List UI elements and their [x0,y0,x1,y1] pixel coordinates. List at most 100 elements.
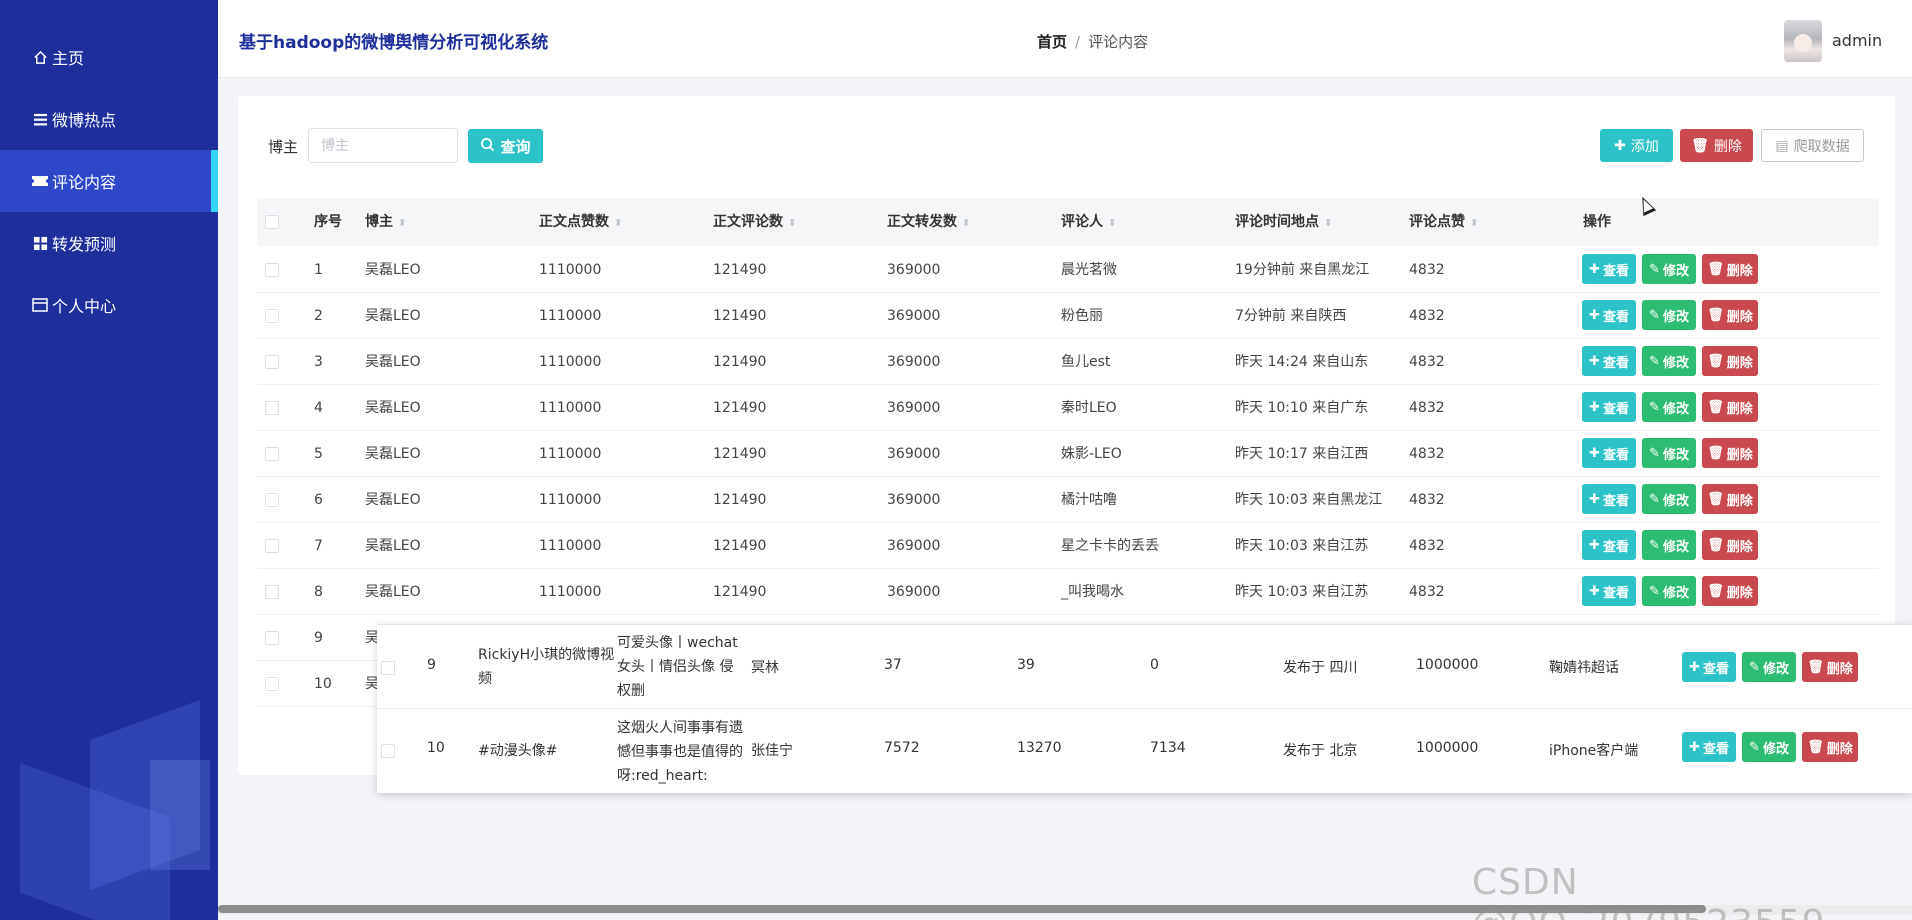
edit-button[interactable]: ✎ 修改 [1642,300,1696,330]
view-button[interactable]: ✚ 查看 [1582,392,1636,422]
row-checkbox[interactable] [265,309,279,323]
breadcrumb-home[interactable]: 首页 [1037,33,1067,51]
row-checkbox[interactable] [265,677,279,691]
table-row[interactable]: 10 #动漫头像# 这烟火人间事事有遗憾但事事也是值得的呀:red_heart:… [377,710,1912,794]
query-button[interactable]: 查询 [468,129,543,163]
column-header[interactable]: 博主 ⬍ [365,198,406,246]
row-checkbox[interactable] [381,661,395,675]
table-header: 序号 博主 ⬍ 正文点赞数 ⬍ 正文评论数 ⬍ 正文转发数 ⬍ 评论人 ⬍ 评论时间地点 ⬍… [257,198,1879,246]
crawl-data-button[interactable]: ▤ 爬取数据 [1761,129,1864,162]
cell-comment-likes: 4832 [1409,584,1445,600]
cell-likes: 1110000 [539,400,602,416]
row-checkbox[interactable] [381,744,395,758]
sidebar-item-comments[interactable]: 评论内容 [0,150,218,212]
add-button[interactable]: ✚ 添加 [1600,129,1673,162]
row-checkbox[interactable] [265,263,279,277]
column-header[interactable]: 评论点赞 ⬍ [1409,198,1478,246]
cell-value: 39 [1017,657,1035,673]
select-all-checkbox[interactable] [265,215,279,229]
view-button[interactable]: ✚ 查看 [1582,576,1636,606]
edit-button[interactable]: ✎ 修改 [1642,484,1696,514]
edit-button[interactable]: ✎ 修改 [1642,392,1696,422]
row-checkbox[interactable] [265,355,279,369]
cell-reposts: 369000 [887,308,941,324]
cell-blogger: 吴磊LEO [365,354,421,370]
view-button[interactable]: ✚ 查看 [1582,300,1636,330]
sort-icon[interactable]: ⬍ [1108,218,1116,229]
cell-likes: 1110000 [539,584,602,600]
cell-commenter: 秦时LEO [1061,400,1117,416]
row-checkbox[interactable] [265,401,279,415]
delete-button[interactable]: 🗑 删除 [1702,300,1758,330]
row-checkbox[interactable] [265,493,279,507]
column-header[interactable]: 正文点赞数 ⬍ [539,198,622,246]
view-button[interactable]: ✚ 查看 [1582,484,1636,514]
cell-no: 1 [314,262,323,278]
view-button[interactable]: ✚ 查看 [1582,530,1636,560]
sort-icon[interactable]: ⬍ [788,218,796,229]
sort-icon[interactable]: ⬍ [614,218,622,229]
sidebar-item-label: 转发预测 [52,235,117,254]
cell-likes: 1110000 [539,308,602,324]
edit-button[interactable]: ✎ 修改 [1642,576,1696,606]
trash-icon: 🗑 [1807,739,1824,755]
table-row[interactable]: 5 吴磊LEO 1110000 121490 369000 姝影-LEO 昨天 10:17 … [257,431,1879,477]
column-header[interactable]: 评论人 ⬍ [1061,198,1116,246]
delete-button[interactable]: 🗑 删除 [1702,530,1758,560]
delete-button[interactable]: 🗑 删除 [1802,652,1858,682]
row-checkbox[interactable] [265,585,279,599]
row-checkbox[interactable] [265,631,279,645]
batch-delete-button[interactable]: 🗑 删除 [1680,129,1753,162]
delete-button[interactable]: 🗑 删除 [1702,484,1758,514]
sidebar-item-forward-predict[interactable]: 转发预测 [0,212,218,274]
view-button[interactable]: ✚ 查看 [1582,438,1636,468]
sort-icon[interactable]: ⬍ [398,218,406,229]
cell-value: 7134 [1150,740,1186,756]
sort-icon[interactable]: ⬍ [1470,218,1478,229]
column-header[interactable]: 评论时间地点 ⬍ [1235,198,1332,246]
post-title: RickiyH小琪的微博视频 [478,647,615,687]
edit-button[interactable]: ✎ 修改 [1742,732,1796,762]
cell-comment-likes: 4832 [1409,446,1445,462]
username[interactable]: admin [1832,31,1882,50]
table-row[interactable]: 3 吴磊LEO 1110000 121490 369000 鱼儿est 昨天 14:24 来… [257,339,1879,385]
column-header[interactable]: 正文转发数 ⬍ [887,198,970,246]
column-header[interactable]: 正文评论数 ⬍ [713,198,796,246]
delete-button[interactable]: 🗑 删除 [1702,346,1758,376]
table-row[interactable]: 9 RickiyH小琪的微博视频 可爱头像丨wechat女头丨情侣头像 侵权删 … [377,625,1912,709]
edit-button[interactable]: ✎ 修改 [1642,254,1696,284]
table-row[interactable]: 2 吴磊LEO 1110000 121490 369000 粉色丽 7分钟前 来自陕西 483… [257,293,1879,339]
sidebar-item-profile[interactable]: 个人中心 [0,274,218,336]
table-row[interactable]: 6 吴磊LEO 1110000 121490 369000 橘汁咕噜 昨天 10:03 来自… [257,477,1879,523]
edit-button[interactable]: ✎ 修改 [1742,652,1796,682]
blogger-search-input[interactable] [308,128,458,163]
edit-button[interactable]: ✎ 修改 [1642,346,1696,376]
edit-button[interactable]: ✎ 修改 [1642,438,1696,468]
view-button[interactable]: ✚ 查看 [1682,732,1736,762]
table-row[interactable]: 8 吴磊LEO 1110000 121490 369000 _叫我喝水 昨天 10:03 来… [257,569,1879,615]
breadcrumb-current: 评论内容 [1088,33,1149,51]
delete-button[interactable]: 🗑 删除 [1702,392,1758,422]
sort-icon[interactable]: ⬍ [1324,218,1332,229]
delete-button[interactable]: 🗑 删除 [1802,732,1858,762]
delete-button[interactable]: 🗑 删除 [1702,576,1758,606]
cell-comments: 121490 [713,538,767,554]
table-row[interactable]: 4 吴磊LEO 1110000 121490 369000 秦时LEO 昨天 10:10 来… [257,385,1879,431]
row-checkbox[interactable] [265,447,279,461]
sidebar-item-home[interactable]: 主页 [0,26,218,88]
view-button[interactable]: ✚ 查看 [1682,652,1736,682]
avatar[interactable] [1784,20,1822,62]
row-checkbox[interactable] [265,539,279,553]
breadcrumb: 首页 / 评论内容 [1037,31,1148,52]
edit-button[interactable]: ✎ 修改 [1642,530,1696,560]
sidebar-item-weibo-hot[interactable]: 微博热点 [0,88,218,150]
delete-button[interactable]: 🗑 删除 [1702,438,1758,468]
view-button[interactable]: ✚ 查看 [1582,346,1636,376]
sort-icon[interactable]: ⬍ [962,218,970,229]
table-row[interactable]: 7 吴磊LEO 1110000 121490 369000 星之卡卡的丢丢 昨天 10:03… [257,523,1879,569]
view-button[interactable]: ✚ 查看 [1582,254,1636,284]
cell-blogger: 吴磊LEO [365,584,421,600]
table-row[interactable]: 1 吴磊LEO 1110000 121490 369000 晨光茗微 19分钟前 来自黑龙江… [257,247,1879,293]
delete-button[interactable]: 🗑 删除 [1702,254,1758,284]
app-title: 基于hadoop的微博舆情分析可视化系统 [239,33,549,53]
